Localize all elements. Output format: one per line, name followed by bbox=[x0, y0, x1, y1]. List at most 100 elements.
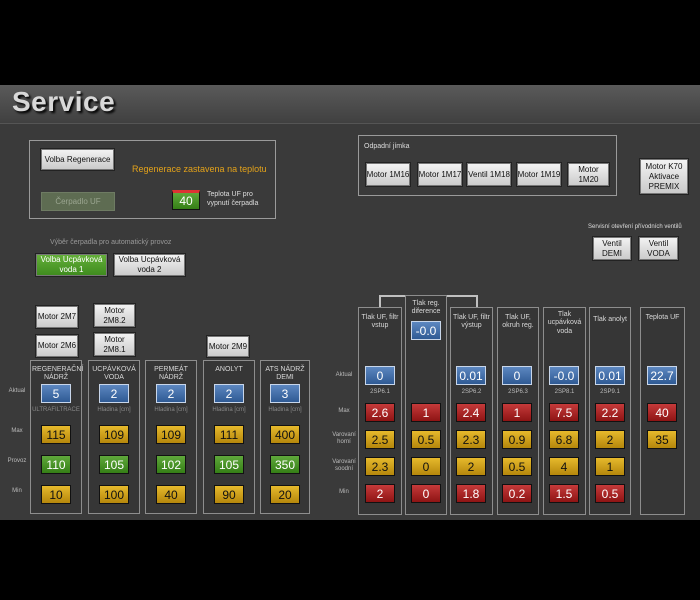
tank-sub-label: ULTRAFILTRACE bbox=[32, 407, 80, 413]
uf-pump-off-temp-label: Teplota UF pro vypnutí čerpadla bbox=[207, 191, 259, 208]
pressure-name: Tlak UF, filtr vstup bbox=[361, 314, 399, 330]
pressure-min-value[interactable]: 0.2 bbox=[502, 484, 532, 503]
temperature-max-value[interactable]: 40 bbox=[647, 403, 677, 422]
tank-provoz-value[interactable]: 110 bbox=[41, 455, 71, 474]
temperature-name: Teplota UF bbox=[645, 314, 680, 321]
tank-provoz-value[interactable]: 350 bbox=[270, 455, 300, 474]
seal-water-2-button[interactable]: Volba Ucpávková voda 2 bbox=[113, 253, 186, 277]
tank-name: ATS NÁDRŽ DEMI bbox=[265, 366, 305, 382]
motor-2m8-1-button[interactable]: Motor 2M8.1 bbox=[93, 332, 136, 357]
row-label-provoz: Provoz bbox=[7, 458, 27, 464]
tank-sub-label: Hladina [cm] bbox=[154, 407, 188, 413]
tank-name: PERMEÁT NÁDRŽ bbox=[154, 366, 188, 382]
uf-pump-button[interactable]: Čerpadlo UF bbox=[41, 192, 115, 211]
pressure-warn-low-value[interactable]: 4 bbox=[549, 457, 579, 476]
tank-max-value[interactable]: 111 bbox=[214, 425, 244, 444]
pressure-max-value[interactable]: 2.6 bbox=[365, 403, 395, 422]
pressure-name: Tlak anolyt bbox=[593, 316, 627, 323]
tank-provoz-value[interactable]: 105 bbox=[214, 455, 244, 474]
pressure-warn-high-value[interactable]: 2.5 bbox=[365, 430, 395, 449]
pressure-warn-high-value[interactable]: 2 bbox=[595, 430, 625, 449]
pressure-min-value[interactable]: 1.8 bbox=[456, 484, 486, 503]
tank-max-value[interactable]: 109 bbox=[99, 425, 129, 444]
row-label-actual: Aktual bbox=[335, 372, 353, 378]
connector-line bbox=[379, 295, 406, 297]
pressure-max-value[interactable]: 7.5 bbox=[549, 403, 579, 422]
row-label-warn-low: Varovaní soodní bbox=[332, 459, 356, 472]
seal-water-1-button[interactable]: Volba Ucpávková voda 1 bbox=[35, 253, 108, 277]
tank-actual-value: 2 bbox=[99, 384, 129, 403]
drain-motor-1m20[interactable]: Motor 1M20 bbox=[567, 162, 610, 187]
motor-2m8-2-button[interactable]: Motor 2M8.2 bbox=[93, 303, 136, 328]
pressure-warn-low-value[interactable]: 1 bbox=[595, 457, 625, 476]
pressure-sensor-id: 2SP8.1 bbox=[554, 389, 575, 395]
pressure-warn-low-value[interactable]: 0 bbox=[411, 457, 441, 476]
pressure-actual-value: 0.01 bbox=[595, 366, 625, 385]
pressure-actual-value: -0.0 bbox=[549, 366, 579, 385]
valve-demi-button[interactable]: Ventil DEMI bbox=[592, 236, 632, 261]
pressure-warn-high-value[interactable]: 2.3 bbox=[456, 430, 486, 449]
tank-min-value[interactable]: 100 bbox=[99, 485, 129, 504]
tank-min-value[interactable]: 20 bbox=[270, 485, 300, 504]
drain-pit-title: Odpadní jímka bbox=[364, 143, 410, 150]
regeneration-button[interactable]: Volba Regenerace bbox=[40, 148, 115, 171]
pressure-name: Tlak UF, filtr výstup bbox=[453, 314, 490, 330]
row-label-max: Max bbox=[338, 408, 350, 414]
pressure-max-value[interactable]: 2.2 bbox=[595, 403, 625, 422]
motor-2m6-button[interactable]: Motor 2M6 bbox=[35, 334, 79, 358]
connector-line bbox=[446, 295, 478, 297]
tank-name: ANOLYT bbox=[215, 366, 243, 373]
tank-min-value[interactable]: 40 bbox=[156, 485, 186, 504]
temperature-warn-value[interactable]: 35 bbox=[647, 430, 677, 449]
tank-sub-label: Hladina [cm] bbox=[212, 407, 246, 413]
temperature-actual-value: 22.7 bbox=[647, 366, 677, 385]
pressure-min-value[interactable]: 0.5 bbox=[595, 484, 625, 503]
pressure-min-value[interactable]: 1.5 bbox=[549, 484, 579, 503]
pressure-min-value[interactable]: 0 bbox=[411, 484, 441, 503]
tank-min-value[interactable]: 90 bbox=[214, 485, 244, 504]
pressure-warn-low-value[interactable]: 2 bbox=[456, 457, 486, 476]
tank-name: REGENERAČNÍ NÁDRŽ bbox=[32, 366, 84, 382]
pressure-sensor-id: 2SP6.3 bbox=[508, 389, 528, 395]
drain-motor-1m17[interactable]: Motor 1M17 bbox=[417, 162, 463, 187]
premix-motor-button[interactable]: Motor K70 Aktivace PREMIX bbox=[639, 158, 689, 195]
row-label-max: Max bbox=[11, 428, 23, 434]
tank-sub-label: Hladina [cm] bbox=[268, 407, 302, 413]
row-label-warn-high: Varovaní horní bbox=[332, 432, 356, 445]
pressure-min-value[interactable]: 2 bbox=[365, 484, 395, 503]
tank-max-value[interactable]: 400 bbox=[270, 425, 300, 444]
tank-name: UCPÁVKOVÁ VODA bbox=[92, 366, 136, 382]
drain-motor-1m19[interactable]: Motor 1M19 bbox=[516, 162, 562, 187]
pressure-name: Tlak ucpávková voda bbox=[547, 311, 582, 335]
pressure-max-value[interactable]: 1 bbox=[411, 403, 441, 422]
motor-2m9-button[interactable]: Motor 2M9 bbox=[206, 335, 250, 358]
tank-actual-value: 2 bbox=[214, 384, 244, 403]
connector-line bbox=[476, 295, 478, 307]
pressure-actual-value: 0.01 bbox=[456, 366, 486, 385]
pressure-sensor-id: 2SP6.2 bbox=[461, 389, 482, 395]
tank-max-value[interactable]: 115 bbox=[41, 425, 71, 444]
tank-actual-value: 5 bbox=[41, 384, 71, 403]
pump-select-label: Výběr čerpadla pro automatický provoz bbox=[50, 239, 172, 246]
pressure-warn-high-value[interactable]: 0.9 bbox=[502, 430, 532, 449]
tank-max-value[interactable]: 109 bbox=[156, 425, 186, 444]
pressure-warn-low-value[interactable]: 0.5 bbox=[502, 457, 532, 476]
tank-provoz-value[interactable]: 102 bbox=[156, 455, 186, 474]
pressure-warn-low-value[interactable]: 2.3 bbox=[365, 457, 395, 476]
drain-valve-1m18[interactable]: Ventil 1M18 bbox=[466, 162, 512, 187]
uf-pump-off-temp-value[interactable]: 40 bbox=[172, 190, 200, 210]
motor-2m7-button[interactable]: Motor 2M7 bbox=[35, 305, 79, 329]
row-label-min: Min bbox=[339, 489, 349, 495]
pressure-actual-value: -0.0 bbox=[411, 321, 441, 340]
tank-provoz-value[interactable]: 105 bbox=[99, 455, 129, 474]
tank-actual-value: 2 bbox=[156, 384, 186, 403]
page-title: Service bbox=[12, 86, 116, 117]
pressure-max-value[interactable]: 1 bbox=[502, 403, 532, 422]
pressure-warn-high-value[interactable]: 6.8 bbox=[549, 430, 579, 449]
valve-voda-button[interactable]: Ventil VODA bbox=[638, 236, 679, 261]
drain-motor-1m16[interactable]: Motor 1M16 bbox=[365, 162, 411, 187]
pressure-warn-high-value[interactable]: 0.5 bbox=[411, 430, 441, 449]
pressure-max-value[interactable]: 2.4 bbox=[456, 403, 486, 422]
tank-min-value[interactable]: 10 bbox=[41, 485, 71, 504]
pressure-sensor-id: 2SP6.1 bbox=[370, 389, 390, 395]
